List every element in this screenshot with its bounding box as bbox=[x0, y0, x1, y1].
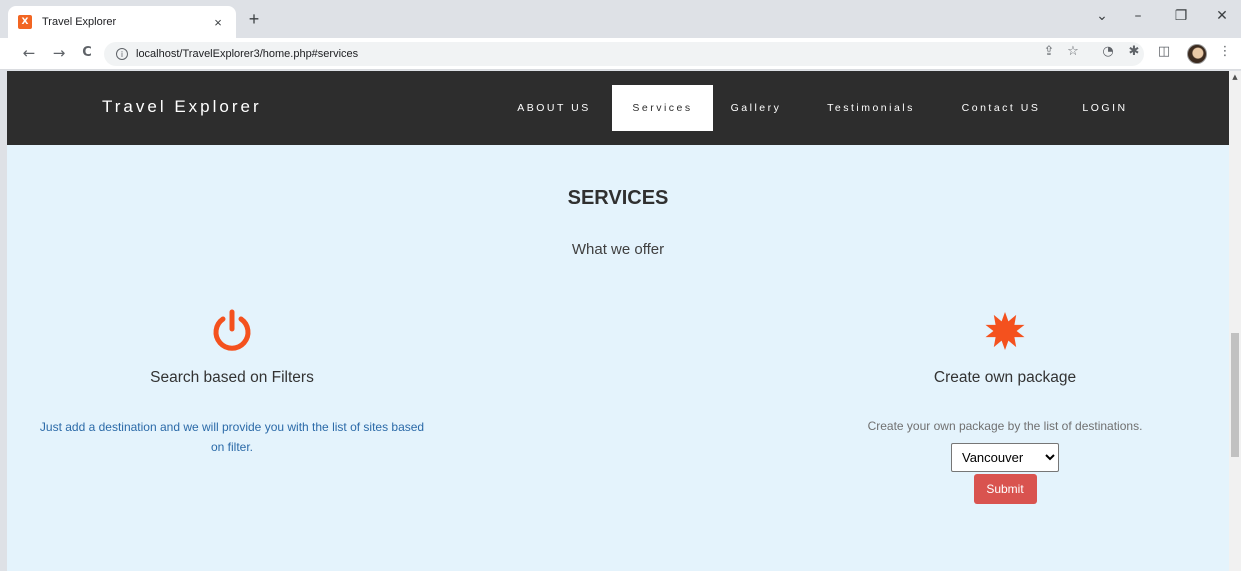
feature-title-package: Create own package bbox=[933, 369, 1077, 386]
menu-kebab-icon[interactable]: ⋮ bbox=[1216, 44, 1234, 59]
feature-create-package: Create own package Create your own packa… bbox=[815, 309, 1195, 504]
browser-tab-strip: X Travel Explorer × + ⌄ – ❐ ✕ bbox=[0, 0, 1241, 38]
page-scrollbar[interactable]: ▲ bbox=[1229, 71, 1241, 571]
new-tab-button[interactable]: + bbox=[244, 9, 264, 30]
browser-tab[interactable]: X Travel Explorer × bbox=[8, 6, 236, 38]
starburst-icon bbox=[985, 312, 1025, 350]
submit-button[interactable]: Submit bbox=[973, 474, 1037, 504]
extensions-puzzle-icon[interactable]: ✱ bbox=[1125, 44, 1143, 59]
tab-search-icon[interactable]: ⌄ bbox=[1092, 8, 1112, 24]
destination-select[interactable]: Vancouver bbox=[951, 443, 1059, 472]
feature-title-search: Search based on Filters bbox=[150, 369, 314, 386]
site-brand[interactable]: Travel Explorer bbox=[102, 97, 262, 117]
nav-link-gallery[interactable]: Gallery bbox=[719, 85, 793, 131]
feature-description-search: Just add a destination and we will provi… bbox=[39, 420, 425, 454]
forward-button[interactable]: → bbox=[50, 44, 68, 62]
reload-button[interactable]: C bbox=[78, 45, 96, 60]
services-title: SERVICES bbox=[567, 187, 669, 209]
tab-title: Travel Explorer bbox=[42, 16, 117, 28]
restore-button[interactable]: ❐ bbox=[1171, 8, 1191, 24]
browser-toolbar: ← → C i localhost/TravelExplorer3/home.p… bbox=[0, 38, 1241, 70]
services-subtitle: What we offer bbox=[571, 241, 665, 258]
share-icon[interactable]: ⇪ bbox=[1040, 44, 1058, 59]
tab-close-icon[interactable]: × bbox=[210, 15, 226, 30]
bookmark-star-icon[interactable]: ☆ bbox=[1064, 44, 1082, 59]
extension-icon[interactable]: ◔ bbox=[1099, 44, 1117, 59]
nav-link-testimonials[interactable]: Testimonials bbox=[811, 85, 931, 131]
side-panel-icon[interactable]: ◫ bbox=[1155, 44, 1173, 59]
nav-link-login[interactable]: LOGIN bbox=[1073, 85, 1137, 131]
feature-description-package: Create your own package by the list of d… bbox=[867, 419, 1143, 433]
feature-search-filters: Search based on Filters Just add a desti… bbox=[37, 309, 427, 457]
scrollbar-thumb[interactable] bbox=[1231, 333, 1239, 457]
page-viewport: Travel Explorer ABOUT US Services Galler… bbox=[7, 71, 1229, 571]
site-navbar: Travel Explorer ABOUT US Services Galler… bbox=[7, 71, 1229, 145]
scroll-up-arrow-icon[interactable]: ▲ bbox=[1229, 73, 1241, 81]
nav-link-services[interactable]: Services bbox=[612, 85, 713, 131]
power-icon bbox=[213, 309, 251, 351]
nav-link-about-us[interactable]: ABOUT US bbox=[503, 85, 605, 131]
close-window-button[interactable]: ✕ bbox=[1212, 8, 1232, 24]
url-text: localhost/TravelExplorer3/home.php#servi… bbox=[136, 48, 359, 60]
back-button[interactable]: ← bbox=[20, 44, 38, 62]
address-bar[interactable]: i localhost/TravelExplorer3/home.php#ser… bbox=[104, 42, 1144, 66]
minimize-button[interactable]: – bbox=[1128, 8, 1148, 24]
profile-avatar[interactable] bbox=[1187, 44, 1207, 64]
site-favicon-icon: X bbox=[18, 15, 32, 29]
nav-link-contact-us[interactable]: Contact US bbox=[949, 85, 1053, 131]
site-info-icon[interactable]: i bbox=[116, 48, 128, 60]
